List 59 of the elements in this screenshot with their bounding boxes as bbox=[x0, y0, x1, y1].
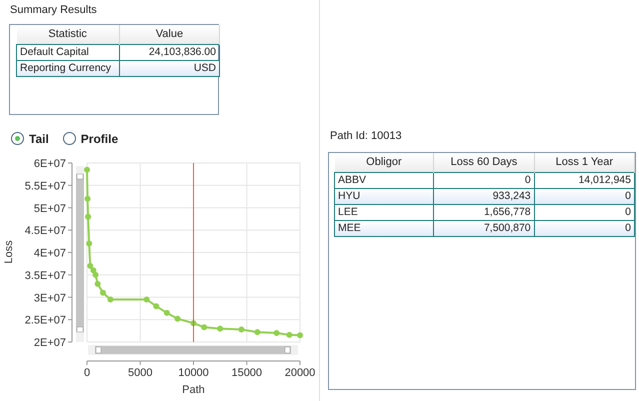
y-axis-title: Loss bbox=[3, 240, 15, 264]
y-tick-label: 2.5E+07 bbox=[24, 314, 66, 326]
table-cell: MEE bbox=[334, 220, 434, 236]
data-point bbox=[286, 331, 292, 338]
data-point bbox=[94, 280, 101, 286]
data-point bbox=[84, 195, 91, 202]
x-tick-label: 10000 bbox=[178, 366, 209, 378]
radio-label[interactable]: Profile bbox=[80, 130, 118, 148]
x-tick-label: 5000 bbox=[128, 366, 152, 378]
data-point bbox=[86, 240, 92, 246]
table-cell: Default Capital bbox=[16, 44, 120, 60]
data-point bbox=[174, 315, 181, 322]
data-point bbox=[254, 328, 260, 335]
radio-button[interactable] bbox=[62, 132, 76, 145]
y-tick-label: 5E+07 bbox=[34, 202, 66, 214]
data-point bbox=[164, 309, 170, 316]
table-cell: 7,500,870 bbox=[434, 220, 534, 236]
y-tick-label: 4E+07 bbox=[34, 247, 66, 259]
table-cell: 933,243 bbox=[434, 188, 534, 204]
column-header[interactable]: Value bbox=[119, 24, 220, 44]
vertical-scrollbar[interactable] bbox=[76, 166, 84, 342]
y-tick-label: 2E+07 bbox=[34, 336, 66, 348]
column-header[interactable]: Statistic bbox=[16, 24, 120, 44]
table-cell: 0 bbox=[534, 220, 634, 236]
data-point bbox=[238, 326, 244, 332]
x-tick-label: 0 bbox=[84, 366, 90, 378]
column-header[interactable]: Obligor bbox=[334, 152, 434, 172]
y-tick-label: 6E+07 bbox=[34, 158, 66, 170]
radio-label[interactable]: Tail bbox=[29, 130, 49, 148]
section-title: Summary Results bbox=[9, 3, 98, 18]
path-id-label: Path Id: 10013 bbox=[330, 129, 403, 144]
table-cell: Reporting Currency bbox=[16, 60, 120, 76]
data-point bbox=[190, 320, 196, 326]
data-point bbox=[274, 330, 280, 336]
column-header[interactable]: Loss 1 Year bbox=[534, 152, 634, 172]
radio-button[interactable] bbox=[11, 132, 24, 145]
table-cell: 14,012,945 bbox=[534, 172, 634, 188]
table-cell: ABBV bbox=[334, 172, 434, 188]
table-cell: 0 bbox=[434, 172, 534, 188]
y-tick-label: 4.5E+07 bbox=[24, 224, 66, 237]
horizontal-scrollbar[interactable] bbox=[88, 344, 298, 354]
table-cell: USD bbox=[119, 60, 220, 76]
table-cell: 24,103,836.00 bbox=[119, 44, 220, 60]
data-point bbox=[201, 324, 208, 330]
data-point bbox=[85, 213, 92, 220]
table-cell: HYU bbox=[334, 188, 434, 204]
data-point bbox=[217, 325, 224, 332]
data-point bbox=[153, 302, 160, 309]
y-tick-label: 5.5E+07 bbox=[24, 180, 66, 192]
data-point bbox=[84, 166, 90, 172]
y-tick-label: 3E+07 bbox=[34, 292, 66, 304]
data-point bbox=[144, 296, 150, 302]
y-tick-label: 3.5E+07 bbox=[24, 269, 66, 282]
column-header[interactable]: Loss 60 Days bbox=[434, 152, 534, 172]
x-tick-label: 20000 bbox=[284, 366, 316, 378]
x-axis-title: Path bbox=[182, 384, 205, 396]
data-point bbox=[297, 332, 303, 338]
x-tick-label: 15000 bbox=[231, 366, 262, 378]
table-cell: 0 bbox=[534, 188, 634, 204]
